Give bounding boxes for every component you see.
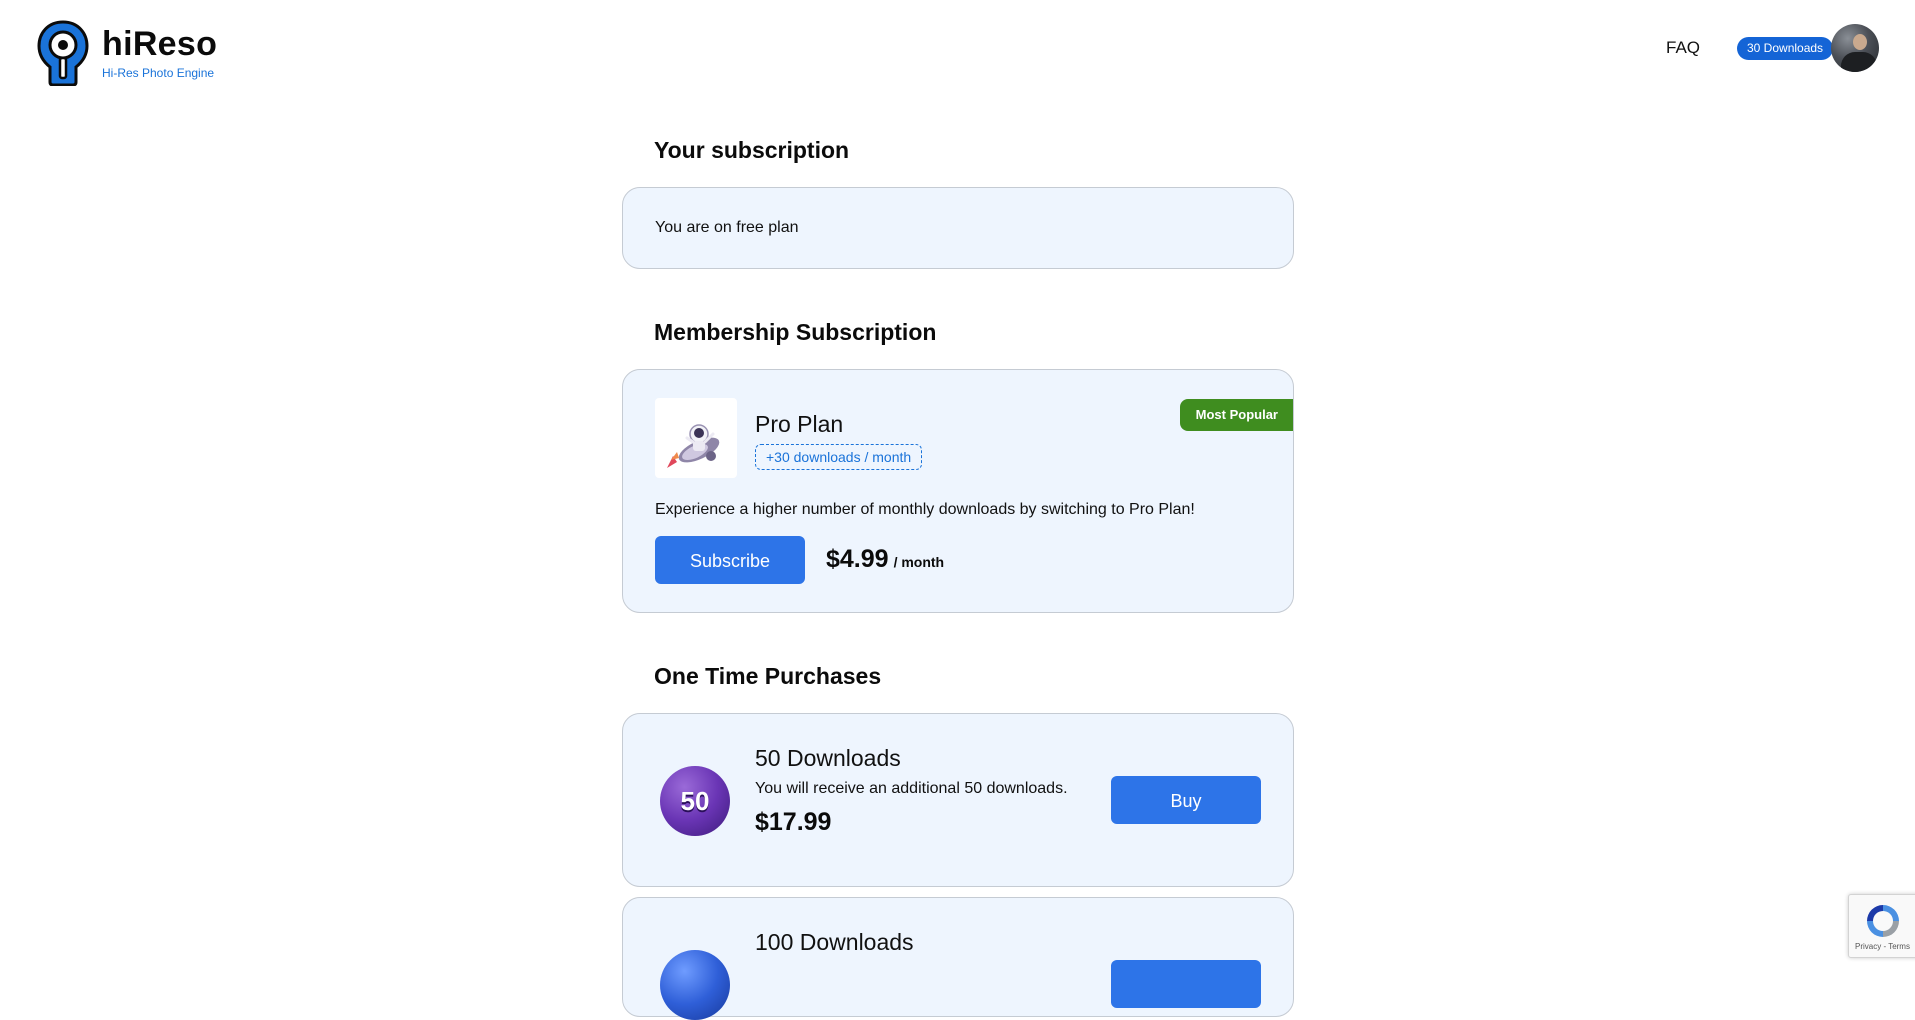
membership-heading: Membership Subscription [654, 319, 937, 345]
buy-button[interactable] [1111, 960, 1261, 1008]
plan-downloads-badge: +30 downloads / month [755, 444, 923, 470]
current-plan-card: You are on free plan [622, 187, 1294, 269]
coin-100-icon [660, 950, 730, 1020]
current-plan-status: You are on free plan [655, 219, 799, 236]
recaptcha-links[interactable]: Privacy - Terms [1855, 942, 1910, 951]
brand: hiReso Hi-Res Photo Engine [102, 26, 217, 80]
brand-tagline: Hi-Res Photo Engine [102, 66, 215, 80]
subscription-heading: Your subscription [654, 137, 850, 163]
coin-50-icon: 50 [660, 766, 730, 836]
coin-label: 50 [680, 785, 710, 816]
logo-icon [37, 20, 89, 86]
avatar-body [1841, 52, 1877, 72]
one-time-heading: One Time Purchases [654, 663, 882, 689]
most-popular-badge: Most Popular [1179, 399, 1293, 431]
package-description: You will receive an additional 50 downlo… [755, 780, 1068, 797]
recaptcha-icon [1867, 905, 1899, 937]
recaptcha-badge[interactable]: Privacy - Terms [1848, 894, 1915, 958]
rocket-astronaut-icon [655, 398, 737, 478]
package-name: 50 Downloads [755, 745, 901, 771]
package-card-100: 100 Downloads [622, 897, 1294, 1020]
faq-link[interactable]: FAQ [1666, 38, 1700, 58]
package-price: $17.99 [755, 808, 832, 836]
package-name: 100 Downloads [755, 929, 914, 955]
plan-name: Pro Plan [755, 411, 844, 437]
plan-price: $4.99 / month [826, 545, 944, 574]
buy-button[interactable]: Buy [1111, 776, 1261, 824]
avatar-head [1853, 34, 1867, 50]
plan-description: Experience a higher number of monthly do… [655, 501, 1195, 518]
site-header: hiReso Hi-Res Photo Engine FAQ 30 Downlo… [0, 0, 1915, 100]
subscribe-button[interactable]: Subscribe [655, 536, 805, 584]
plan-price-amount: $4.99 [826, 545, 889, 573]
avatar[interactable] [1831, 24, 1879, 72]
brand-name: hiReso [102, 25, 218, 63]
downloads-count-badge[interactable]: 30 Downloads [1737, 37, 1834, 60]
plan-price-period: / month [893, 554, 945, 570]
pro-plan-card: Pro Plan +30 downloads / month Most Popu… [622, 369, 1294, 613]
package-card-50: 50 50 Downloads You will receive an addi… [622, 713, 1294, 887]
logo[interactable]: hiReso Hi-Res Photo Engine [36, 20, 217, 86]
